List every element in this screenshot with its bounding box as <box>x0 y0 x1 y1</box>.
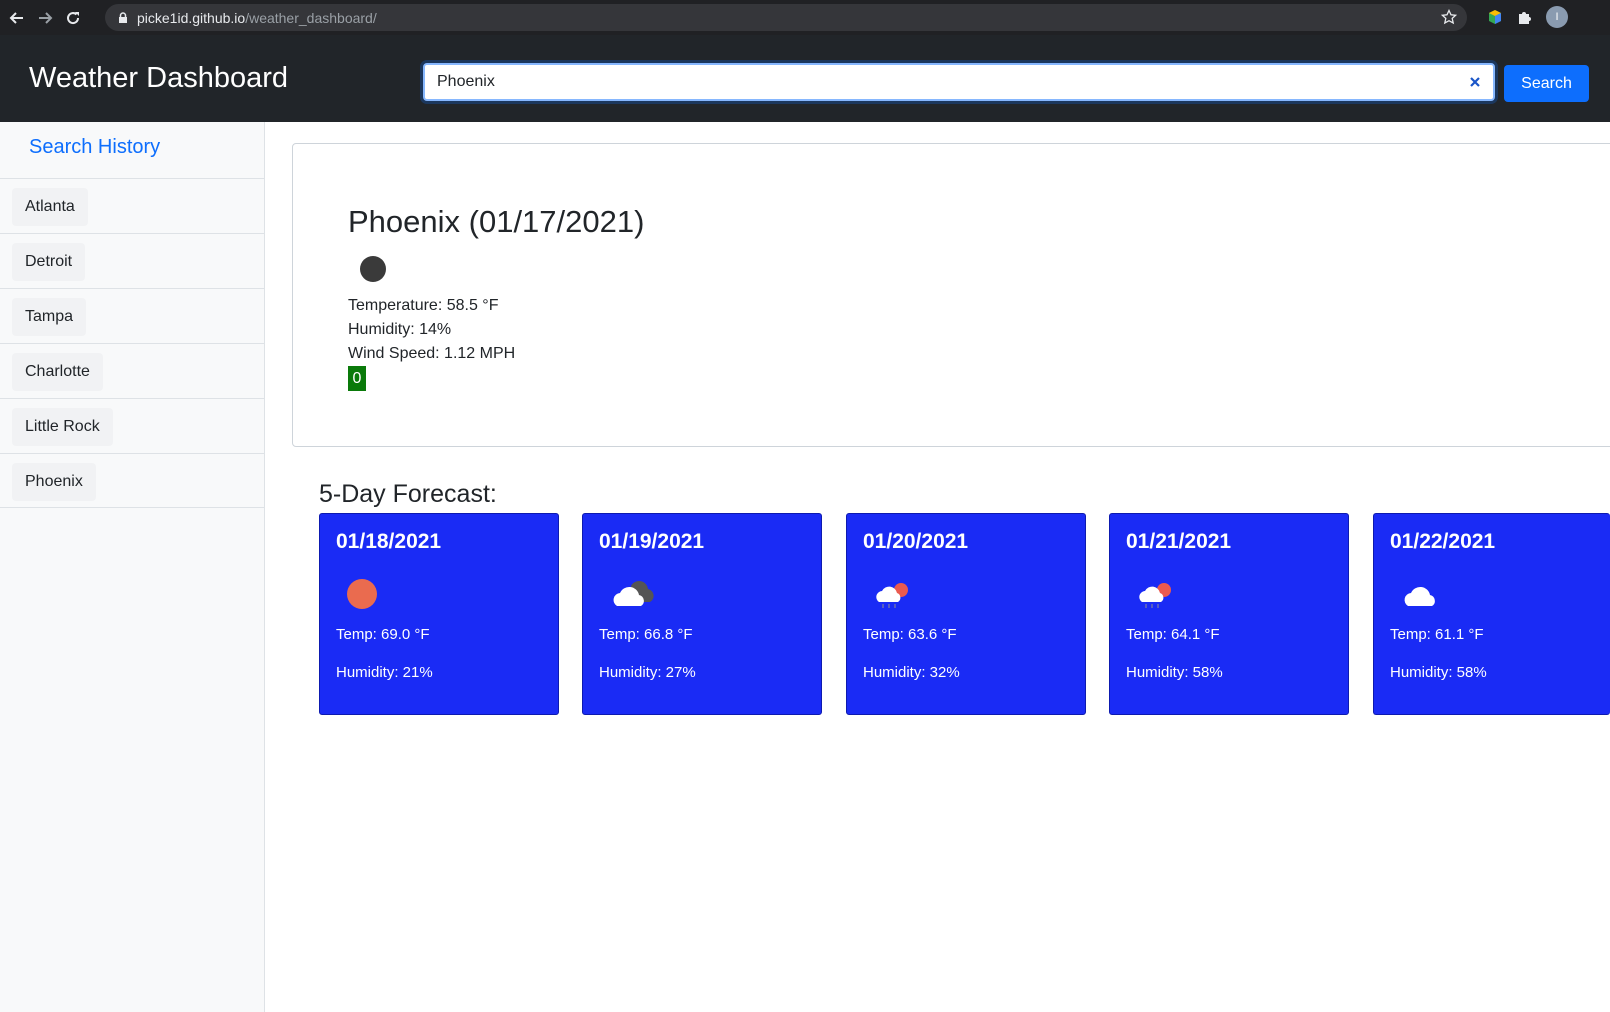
search-button[interactable]: Search <box>1504 65 1589 102</box>
bookmark-star-icon[interactable] <box>1441 9 1457 25</box>
history-row: Charlotte <box>0 343 264 398</box>
current-wind-speed: Wind Speed: 1.12 MPH <box>348 345 516 362</box>
lock-icon <box>119 11 127 23</box>
forecast-temp: Temp: 64.1 °F <box>1126 626 1220 643</box>
history-item-detroit[interactable]: Detroit <box>12 243 86 281</box>
search-history-sidebar: Search History Atlanta Detroit Tampa Cha… <box>0 122 265 1012</box>
history-item-atlanta[interactable]: Atlanta <box>12 188 88 226</box>
url-host: picke1id.github.io <box>137 9 246 26</box>
forecast-temp: Temp: 69.0 °F <box>336 626 430 643</box>
forward-icon[interactable] <box>34 7 56 29</box>
reload-icon[interactable] <box>62 7 84 29</box>
forecast-humidity: Humidity: 32% <box>863 664 960 681</box>
history-row: Tampa <box>0 288 264 343</box>
rain-sun-icon <box>1139 583 1171 608</box>
current-humidity: Humidity: 14% <box>348 321 452 338</box>
forecast-title: 5-Day Forecast: <box>319 480 497 508</box>
forecast-humidity: Humidity: 58% <box>1390 664 1487 681</box>
forecast-temp: Temp: 66.8 °F <box>599 626 693 643</box>
forecast-humidity: Humidity: 21% <box>336 664 433 681</box>
current-weather-card: Phoenix (01/17/2021) Temperature: 58.5 °… <box>292 143 1610 447</box>
history-item-phoenix[interactable]: Phoenix <box>12 463 96 501</box>
history-item-charlotte[interactable]: Charlotte <box>12 353 103 391</box>
current-city-title: Phoenix (01/17/2021) <box>348 204 645 239</box>
uv-index-badge: 0 <box>348 366 366 391</box>
sun-icon <box>347 579 377 609</box>
forecast-card: 01/18/2021 Temp: 69.0 °F Humidity: 21% <box>319 513 559 715</box>
history-row: Detroit <box>0 233 264 288</box>
forecast-humidity: Humidity: 27% <box>599 664 696 681</box>
forecast-date: 01/20/2021 <box>863 530 969 553</box>
clear-search-icon[interactable] <box>1467 74 1483 90</box>
history-row: Atlanta <box>0 178 264 233</box>
page-title: Weather Dashboard <box>29 62 289 94</box>
history-item-tampa[interactable]: Tampa <box>12 298 87 336</box>
extension-icon[interactable] <box>1486 8 1504 26</box>
cloudy-icon <box>613 581 654 606</box>
forecast-date: 01/21/2021 <box>1126 530 1232 553</box>
forecast-temp: Temp: 63.6 °F <box>863 626 957 643</box>
browser-toolbar: picke1id.github.io/weather_dashboard/ I <box>0 0 1610 35</box>
rain-sun-icon <box>876 583 908 608</box>
clear-night-icon <box>360 256 386 282</box>
search-field[interactable] <box>423 63 1495 101</box>
history-list: Atlanta Detroit Tampa Charlotte Little R… <box>0 178 264 508</box>
url-path: /weather_dashboard/ <box>245 9 377 26</box>
forecast-card: 01/22/2021 Temp: 61.1 °F Humidity: 58% <box>1373 513 1610 715</box>
puzzle-icon[interactable] <box>1515 8 1533 26</box>
cloud-icon <box>1404 586 1435 606</box>
back-icon[interactable] <box>6 7 28 29</box>
forecast-date: 01/18/2021 <box>336 530 442 553</box>
history-item-little-rock[interactable]: Little Rock <box>12 408 113 446</box>
forecast-card: 01/21/2021 Temp: 64.1 °F Humidity: 58% <box>1109 513 1349 715</box>
url-text: picke1id.github.io/weather_dashboard/ <box>137 10 377 26</box>
history-row: Phoenix <box>0 453 264 508</box>
forecast-card: 01/20/2021 Temp: 63.6 °F Humidity: 32% <box>846 513 1086 715</box>
forecast-humidity: Humidity: 58% <box>1126 664 1223 681</box>
forecast-date: 01/19/2021 <box>599 530 705 553</box>
app-header: Weather Dashboard Search <box>0 35 1610 122</box>
address-bar[interactable]: picke1id.github.io/weather_dashboard/ <box>105 4 1467 31</box>
search-input[interactable] <box>425 65 1493 99</box>
search-history-title: Search History <box>29 136 161 158</box>
current-temperature: Temperature: 58.5 °F <box>348 297 499 314</box>
forecast-card: 01/19/2021 Temp: 66.8 °F Humidity: 27% <box>582 513 822 715</box>
forecast-temp: Temp: 61.1 °F <box>1390 626 1484 643</box>
history-row: Little Rock <box>0 398 264 453</box>
forecast-date: 01/22/2021 <box>1390 530 1496 553</box>
profile-avatar[interactable]: I <box>1546 6 1568 28</box>
